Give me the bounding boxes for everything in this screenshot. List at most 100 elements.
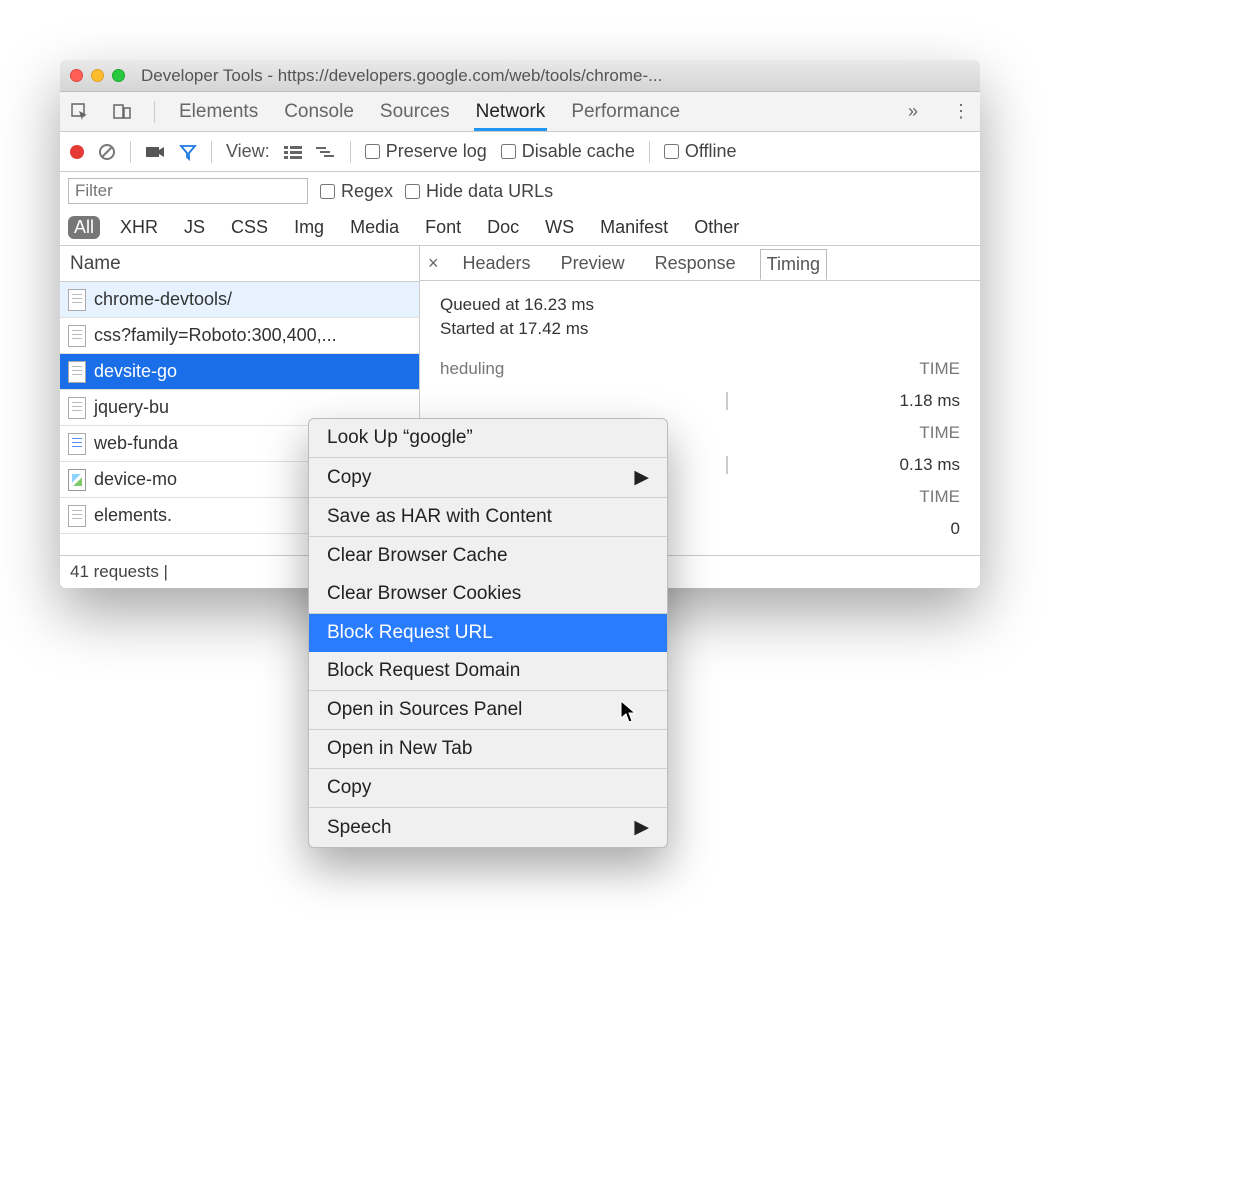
- type-manifest[interactable]: Manifest: [594, 216, 674, 239]
- request-name: css?family=Roboto:300,400,...: [94, 325, 337, 346]
- menu-item[interactable]: Open in Sources Panel: [309, 691, 667, 729]
- detail-tab-timing[interactable]: Timing: [760, 249, 827, 280]
- hide-data-urls-label: Hide data URLs: [426, 181, 553, 202]
- type-font[interactable]: Font: [419, 216, 467, 239]
- record-button[interactable]: [70, 145, 84, 159]
- timing-row: heduling TIME: [440, 353, 960, 385]
- close-window-button[interactable]: [70, 69, 83, 82]
- file-icon: [68, 433, 86, 455]
- file-icon: [68, 469, 86, 491]
- timing-value: 1.18 ms: [870, 391, 960, 411]
- more-tabs-icon[interactable]: »: [908, 101, 918, 122]
- detail-tab-headers[interactable]: Headers: [457, 249, 537, 278]
- timing-bar: [630, 392, 870, 410]
- panel-tabbar: Elements Console Sources Network Perform…: [60, 92, 980, 132]
- clear-icon[interactable]: [98, 143, 116, 161]
- submenu-arrow-icon: ▶: [634, 466, 649, 489]
- file-icon: [68, 397, 86, 419]
- menu-item[interactable]: Speech ▶: [309, 808, 667, 847]
- camera-icon[interactable]: [145, 145, 165, 159]
- menu-item-label: Copy: [327, 777, 371, 799]
- separator: [211, 141, 212, 163]
- request-row[interactable]: chrome-devtools/: [60, 282, 419, 318]
- preserve-log-checkbox[interactable]: Preserve log: [365, 141, 487, 162]
- tab-console[interactable]: Console: [282, 93, 356, 131]
- menu-item[interactable]: Look Up “google”: [309, 419, 667, 457]
- menu-item-label: Copy: [327, 467, 371, 489]
- detail-tab-response[interactable]: Response: [649, 249, 742, 278]
- tab-performance[interactable]: Performance: [569, 93, 682, 131]
- overview-icon[interactable]: [316, 145, 336, 159]
- timing-value: 0: [870, 519, 960, 539]
- timing-bar: [630, 360, 870, 378]
- menu-item[interactable]: Clear Browser Cookies: [309, 575, 667, 613]
- context-menu: Look Up “google” Copy ▶ Save as HAR with Co…: [308, 418, 668, 848]
- status-text: 41 requests |: [70, 562, 168, 582]
- menu-item-label: Clear Browser Cache: [327, 545, 508, 567]
- file-icon: [68, 505, 86, 527]
- request-row[interactable]: css?family=Roboto:300,400,...: [60, 318, 419, 354]
- queued-at: Queued at 16.23 ms: [440, 295, 960, 315]
- filter-icon[interactable]: [179, 143, 197, 161]
- devtools-window: Developer Tools - https://developers.goo…: [60, 60, 980, 588]
- menu-item[interactable]: Copy: [309, 769, 667, 807]
- device-toolbar-icon[interactable]: [112, 102, 132, 122]
- offline-label: Offline: [685, 141, 737, 162]
- timing-value: TIME: [870, 359, 960, 379]
- menu-item[interactable]: Clear Browser Cache: [309, 537, 667, 575]
- hide-data-urls-checkbox[interactable]: Hide data URLs: [405, 181, 553, 202]
- detail-tab-preview[interactable]: Preview: [555, 249, 631, 278]
- timing-label: heduling: [440, 359, 630, 379]
- menu-item[interactable]: Block Request Domain: [309, 652, 667, 690]
- request-name: device-mo: [94, 469, 177, 490]
- timing-row: 1.18 ms: [440, 385, 960, 417]
- inspect-element-icon[interactable]: [70, 102, 90, 122]
- separator: [130, 141, 131, 163]
- minimize-window-button[interactable]: [91, 69, 104, 82]
- large-rows-icon[interactable]: [284, 145, 302, 159]
- timing-value: TIME: [870, 423, 960, 443]
- type-other[interactable]: Other: [688, 216, 745, 239]
- menu-item[interactable]: Open in New Tab: [309, 730, 667, 768]
- type-js[interactable]: JS: [178, 216, 211, 239]
- maximize-window-button[interactable]: [112, 69, 125, 82]
- menu-item-label: Open in Sources Panel: [327, 699, 522, 721]
- window-title: Developer Tools - https://developers.goo…: [141, 66, 662, 86]
- detail-tabs: × Headers Preview Response Timing: [420, 246, 980, 281]
- tab-network[interactable]: Network: [474, 93, 548, 131]
- disable-cache-checkbox[interactable]: Disable cache: [501, 141, 635, 162]
- separator: [154, 101, 155, 123]
- started-at: Started at 17.42 ms: [440, 319, 960, 339]
- type-all[interactable]: All: [68, 216, 100, 239]
- menu-item-label: Block Request URL: [327, 622, 493, 644]
- type-doc[interactable]: Doc: [481, 216, 525, 239]
- regex-label: Regex: [341, 181, 393, 202]
- request-name: devsite-go: [94, 361, 177, 382]
- column-name-header[interactable]: Name: [60, 246, 419, 282]
- offline-checkbox[interactable]: Offline: [664, 141, 737, 162]
- menu-item-label: Speech: [327, 817, 391, 839]
- preserve-log-label: Preserve log: [386, 141, 487, 162]
- filter-input[interactable]: [68, 178, 308, 204]
- kebab-menu-icon[interactable]: ⋮: [952, 101, 970, 122]
- menu-item[interactable]: Copy ▶: [309, 458, 667, 497]
- request-row[interactable]: devsite-go: [60, 354, 419, 390]
- type-xhr[interactable]: XHR: [114, 216, 164, 239]
- file-icon: [68, 289, 86, 311]
- regex-checkbox[interactable]: Regex: [320, 181, 393, 202]
- submenu-arrow-icon: ▶: [634, 816, 649, 839]
- request-name: chrome-devtools/: [94, 289, 232, 310]
- close-detail-icon[interactable]: ×: [428, 253, 439, 274]
- titlebar: Developer Tools - https://developers.goo…: [60, 60, 980, 92]
- type-img[interactable]: Img: [288, 216, 330, 239]
- menu-item[interactable]: Block Request URL: [309, 614, 667, 652]
- traffic-lights: [70, 69, 125, 82]
- type-ws[interactable]: WS: [539, 216, 580, 239]
- type-media[interactable]: Media: [344, 216, 405, 239]
- menu-item[interactable]: Save as HAR with Content: [309, 498, 667, 536]
- timing-value: TIME: [870, 487, 960, 507]
- request-name: elements.: [94, 505, 172, 526]
- type-css[interactable]: CSS: [225, 216, 274, 239]
- tab-elements[interactable]: Elements: [177, 93, 260, 131]
- tab-sources[interactable]: Sources: [378, 93, 452, 131]
